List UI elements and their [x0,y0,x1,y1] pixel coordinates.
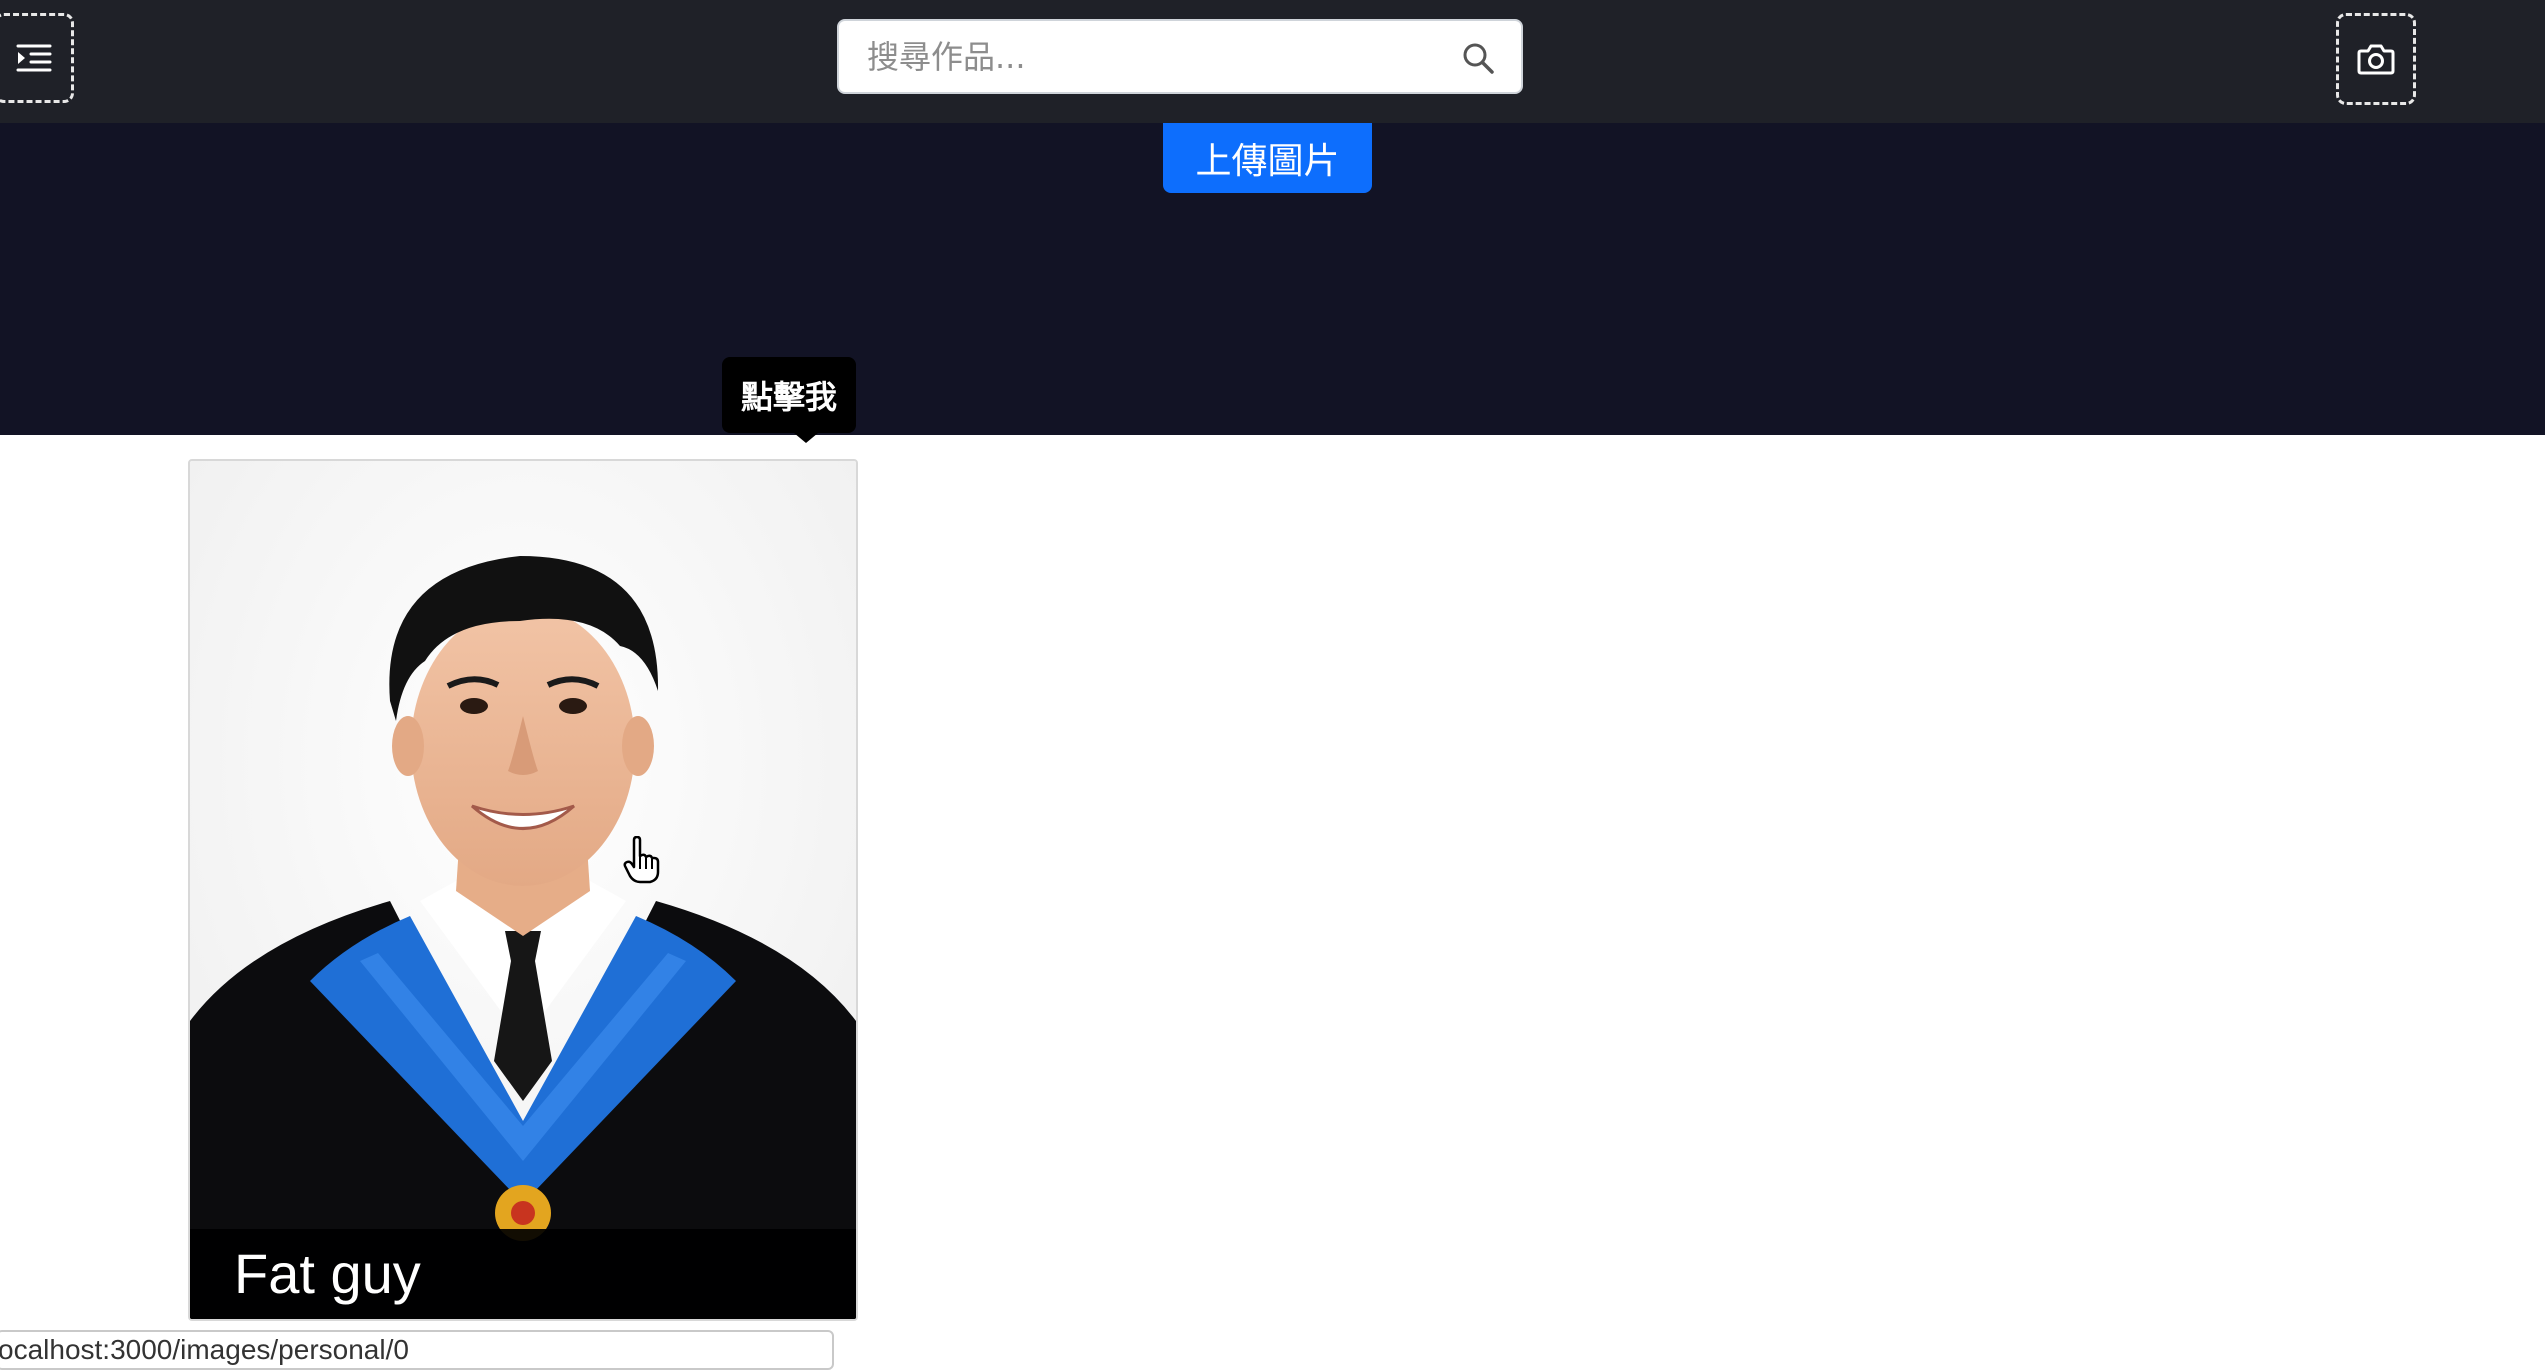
search-box [837,19,1523,94]
search-icon[interactable] [1461,41,1495,75]
tooltip-arrow [794,433,818,443]
menu-toggle-button[interactable] [0,13,74,103]
indent-menu-icon [16,44,52,72]
upload-image-button[interactable]: 上傳圖片 [1163,123,1372,193]
search-input[interactable] [839,21,1467,92]
top-navbar [0,0,2545,123]
card-title: Fat guy [190,1229,856,1319]
link-status-bar: ocalhost:3000/images/personal/0 [0,1330,834,1370]
camera-button[interactable] [2336,13,2416,105]
portrait-photo[interactable] [190,461,856,1319]
hand-pointer-cursor-icon [623,836,660,884]
tooltip: 點擊我 [722,357,856,433]
camera-icon [2357,44,2395,75]
gallery-card[interactable]: Fat guy [188,459,858,1321]
